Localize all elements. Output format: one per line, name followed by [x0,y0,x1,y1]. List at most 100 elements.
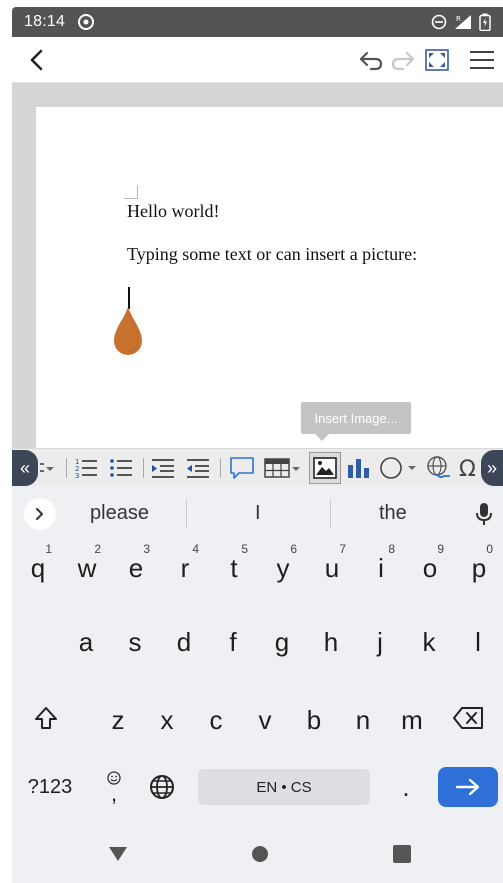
suggestion-item[interactable]: I [255,502,261,525]
backspace-icon [453,707,483,729]
triangle-down-icon [109,847,127,861]
key-u[interactable]: u7 [314,542,350,590]
undo-button[interactable] [356,45,386,75]
key-n[interactable]: n [345,698,381,742]
shift-key[interactable] [28,698,64,738]
nav-back-button[interactable] [104,842,132,866]
key-hint: 1 [45,542,52,556]
paragraph-2[interactable]: Typing some text or can insert a picture… [127,244,417,265]
soft-keyboard: please I the ?123 , EN • CS . q 1 w 2 e … [12,486,503,883]
key-label: t [230,552,238,583]
navigation-bar [12,826,503,883]
space-bar[interactable]: EN • CS [198,769,370,805]
key-i[interactable]: i8 [363,542,399,590]
language-switch-key[interactable] [146,770,178,804]
insert-special-character-button[interactable]: Ω [458,453,480,483]
numbered-list-icon: 123 [75,458,97,479]
key-label: c [209,704,223,735]
nav-home-button[interactable] [246,840,274,868]
document-page[interactable]: Hello world! Typing some text or can ins… [36,107,503,449]
back-button[interactable] [22,45,52,75]
insert-comment-button[interactable] [227,453,257,483]
key-o[interactable]: o9 [412,542,448,590]
symbols-key[interactable]: ?123 [20,769,80,805]
key-hint: 2 [94,542,101,556]
toolbar-scroll-left-button[interactable]: « [12,450,38,486]
decrease-indent-button[interactable] [184,453,212,483]
bulleted-list-button[interactable] [107,453,135,483]
redo-icon [391,51,415,71]
suggestion-separator [330,500,331,528]
key-l[interactable]: l [460,620,496,664]
page-margin-marker [124,185,138,199]
key-e[interactable]: e3 [118,542,154,590]
text-caret [128,287,130,309]
formatting-toolbar: « 123 Ω » [12,448,503,486]
key-z[interactable]: z [100,698,136,742]
key-t[interactable]: t5 [216,542,252,590]
insert-shape-button[interactable] [378,453,418,483]
insert-image-tooltip: Insert Image... [301,402,411,441]
increase-indent-button[interactable] [149,453,177,483]
arrow-right-icon [455,778,480,796]
backspace-key[interactable] [448,700,488,736]
key-d[interactable]: d [166,620,202,664]
key-label: f [229,626,237,657]
paragraph-1[interactable]: Hello world! [127,201,219,222]
key-label: e [128,552,144,583]
key-f[interactable]: f [215,620,251,664]
key-label: b [306,704,322,735]
microphone-icon [476,503,492,525]
nav-recents-button[interactable] [388,840,416,868]
insert-hyperlink-button[interactable] [424,453,454,483]
key-s[interactable]: s [117,620,153,664]
key-p[interactable]: p0 [461,542,497,590]
redo-button[interactable] [388,45,418,75]
square-recents-icon [393,845,411,863]
insert-chart-button[interactable] [345,453,373,483]
chevron-left-icon [30,49,43,71]
menu-button[interactable] [467,45,497,75]
shift-arrow-icon [35,707,57,729]
voice-input-button[interactable] [470,500,498,528]
insert-table-button[interactable] [262,453,302,483]
key-c[interactable]: c [198,698,234,742]
key-k[interactable]: k [411,620,447,664]
key-y[interactable]: y6 [265,542,301,590]
numbered-list-button[interactable]: 123 [72,453,100,483]
key-label: m [401,704,423,735]
svg-text:R: R [456,15,461,23]
suggestion-item[interactable]: the [379,502,407,525]
period-key[interactable]: . [394,769,418,805]
hyperlink-globe-icon [427,456,450,479]
emoji-comma-key[interactable]: , [100,766,128,808]
fullscreen-button[interactable] [422,45,452,75]
key-q[interactable]: q1 [20,542,56,590]
key-label: q [30,552,46,583]
key-g[interactable]: g [264,620,300,664]
insert-image-button[interactable] [309,452,341,484]
key-b[interactable]: b [296,698,332,742]
key-w[interactable]: w2 [69,542,105,590]
key-v[interactable]: v [247,698,283,742]
expand-suggestions-button[interactable] [24,498,56,530]
key-label: h [323,626,339,657]
document-canvas[interactable]: Hello world! Typing some text or can ins… [12,83,503,449]
key-r[interactable]: r4 [167,542,203,590]
key-m[interactable]: m [394,698,430,742]
hamburger-menu-icon [470,51,494,69]
key-h[interactable]: h [313,620,349,664]
key-label: g [274,626,290,657]
cursor-handle[interactable] [112,307,144,357]
key-label: i [378,552,384,583]
globe-icon [150,775,174,799]
suggestion-item[interactable]: please [90,502,149,525]
key-a[interactable]: a [68,620,104,664]
list-style-dropdown[interactable] [38,453,56,483]
key-label: y [276,552,290,583]
key-x[interactable]: x [149,698,185,742]
enter-key[interactable] [438,767,498,807]
key-j[interactable]: j [362,620,398,664]
key-hint: 3 [143,542,150,556]
toolbar-scroll-right-button[interactable]: » [481,450,503,486]
